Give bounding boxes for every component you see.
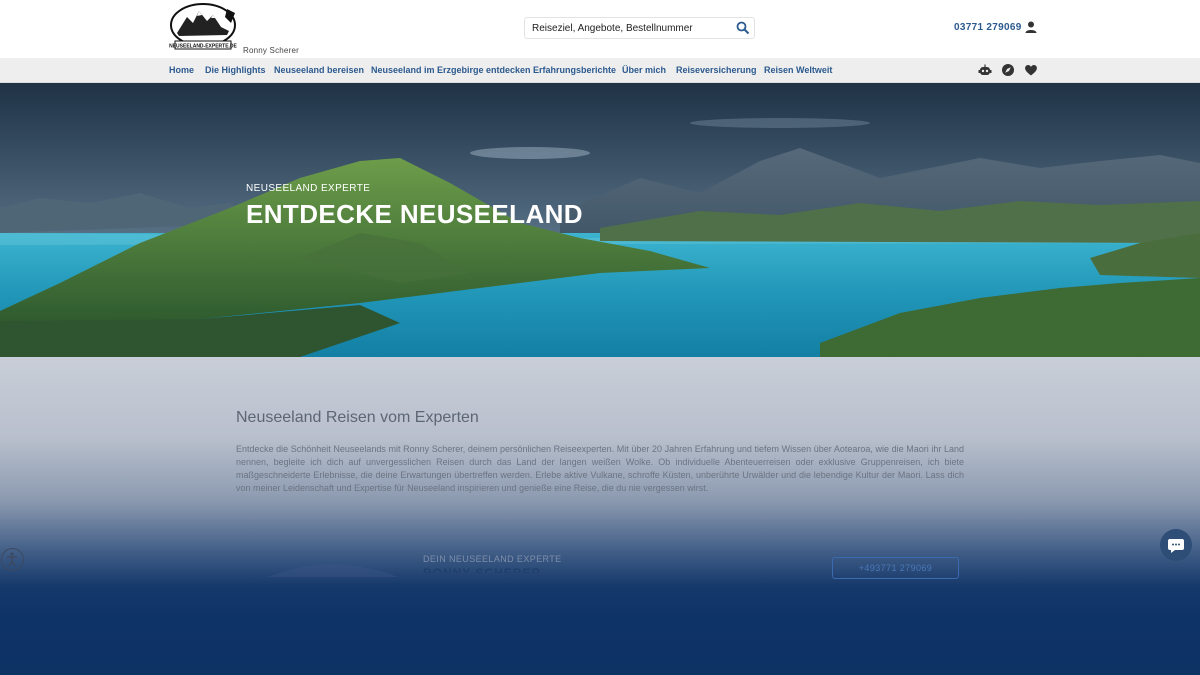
- chat-button[interactable]: [1160, 529, 1192, 561]
- site-logo[interactable]: NEUSEELAND-EXPERTE.DE: [169, 3, 239, 53]
- intro-heading: Neuseeland Reisen vom Experten: [236, 409, 479, 426]
- nav-item-ueber-mich[interactable]: Über mich: [622, 65, 666, 75]
- expert-name: RONNY SCHERER: [423, 567, 568, 573]
- expert-photo: [248, 557, 398, 577]
- nav-item-reisen-weltweit[interactable]: Reisen Weltweit: [764, 65, 832, 75]
- accessibility-icon: [7, 552, 17, 567]
- owner-name: Ronny Scherer: [243, 46, 299, 55]
- hero-kicker: NEUSEELAND EXPERTE: [246, 183, 371, 194]
- compass-icon[interactable]: [1001, 63, 1015, 77]
- hero-banner: NEUSEELAND EXPERTE ENTDECKE NEUSEELAND: [0, 83, 1200, 357]
- robot-icon[interactable]: [978, 63, 992, 77]
- account-icon[interactable]: [1024, 20, 1038, 34]
- heart-icon[interactable]: [1024, 63, 1038, 77]
- accessibility-button[interactable]: [1, 548, 24, 571]
- search-icon[interactable]: [736, 21, 750, 35]
- chat-icon: [1168, 539, 1184, 553]
- search-box: [524, 17, 755, 39]
- main-navigation: Home Die Highlights Neuseeland bereisen …: [0, 58, 1200, 83]
- nav-item-highlights[interactable]: Die Highlights: [205, 65, 266, 75]
- header-phone-link[interactable]: 03771 279069: [954, 22, 1022, 33]
- call-button[interactable]: +493771 279069: [832, 557, 959, 579]
- expert-kicker: DEIN NEUSEELAND EXPERTE: [423, 554, 562, 564]
- hero-landscape-image: [0, 83, 1200, 357]
- intro-section: Neuseeland Reisen vom Experten Entdecke …: [0, 357, 1200, 675]
- logo-graphic: NEUSEELAND-EXPERTE.DE: [169, 3, 238, 50]
- intro-paragraph: Entdecke die Schönheit Neuseelands mit R…: [236, 444, 964, 493]
- nav-item-neuseeland-bereisen[interactable]: Neuseeland bereisen: [274, 65, 364, 75]
- svg-text:NEUSEELAND-EXPERTE.DE: NEUSEELAND-EXPERTE.DE: [169, 44, 237, 50]
- nav-item-reiseversicherung[interactable]: Reiseversicherung: [676, 65, 757, 75]
- nav-item-erzgebirge[interactable]: Neuseeland im Erzgebirge entdecken: [371, 65, 531, 75]
- site-header: NEUSEELAND-EXPERTE.DE Ronny Scherer 0377…: [0, 0, 1200, 58]
- search-input[interactable]: [525, 18, 725, 39]
- nav-item-erfahrungsberichte[interactable]: Erfahrungsberichte: [533, 65, 616, 75]
- nav-item-home[interactable]: Home: [169, 65, 194, 75]
- hero-title: ENTDECKE NEUSEELAND: [246, 199, 583, 229]
